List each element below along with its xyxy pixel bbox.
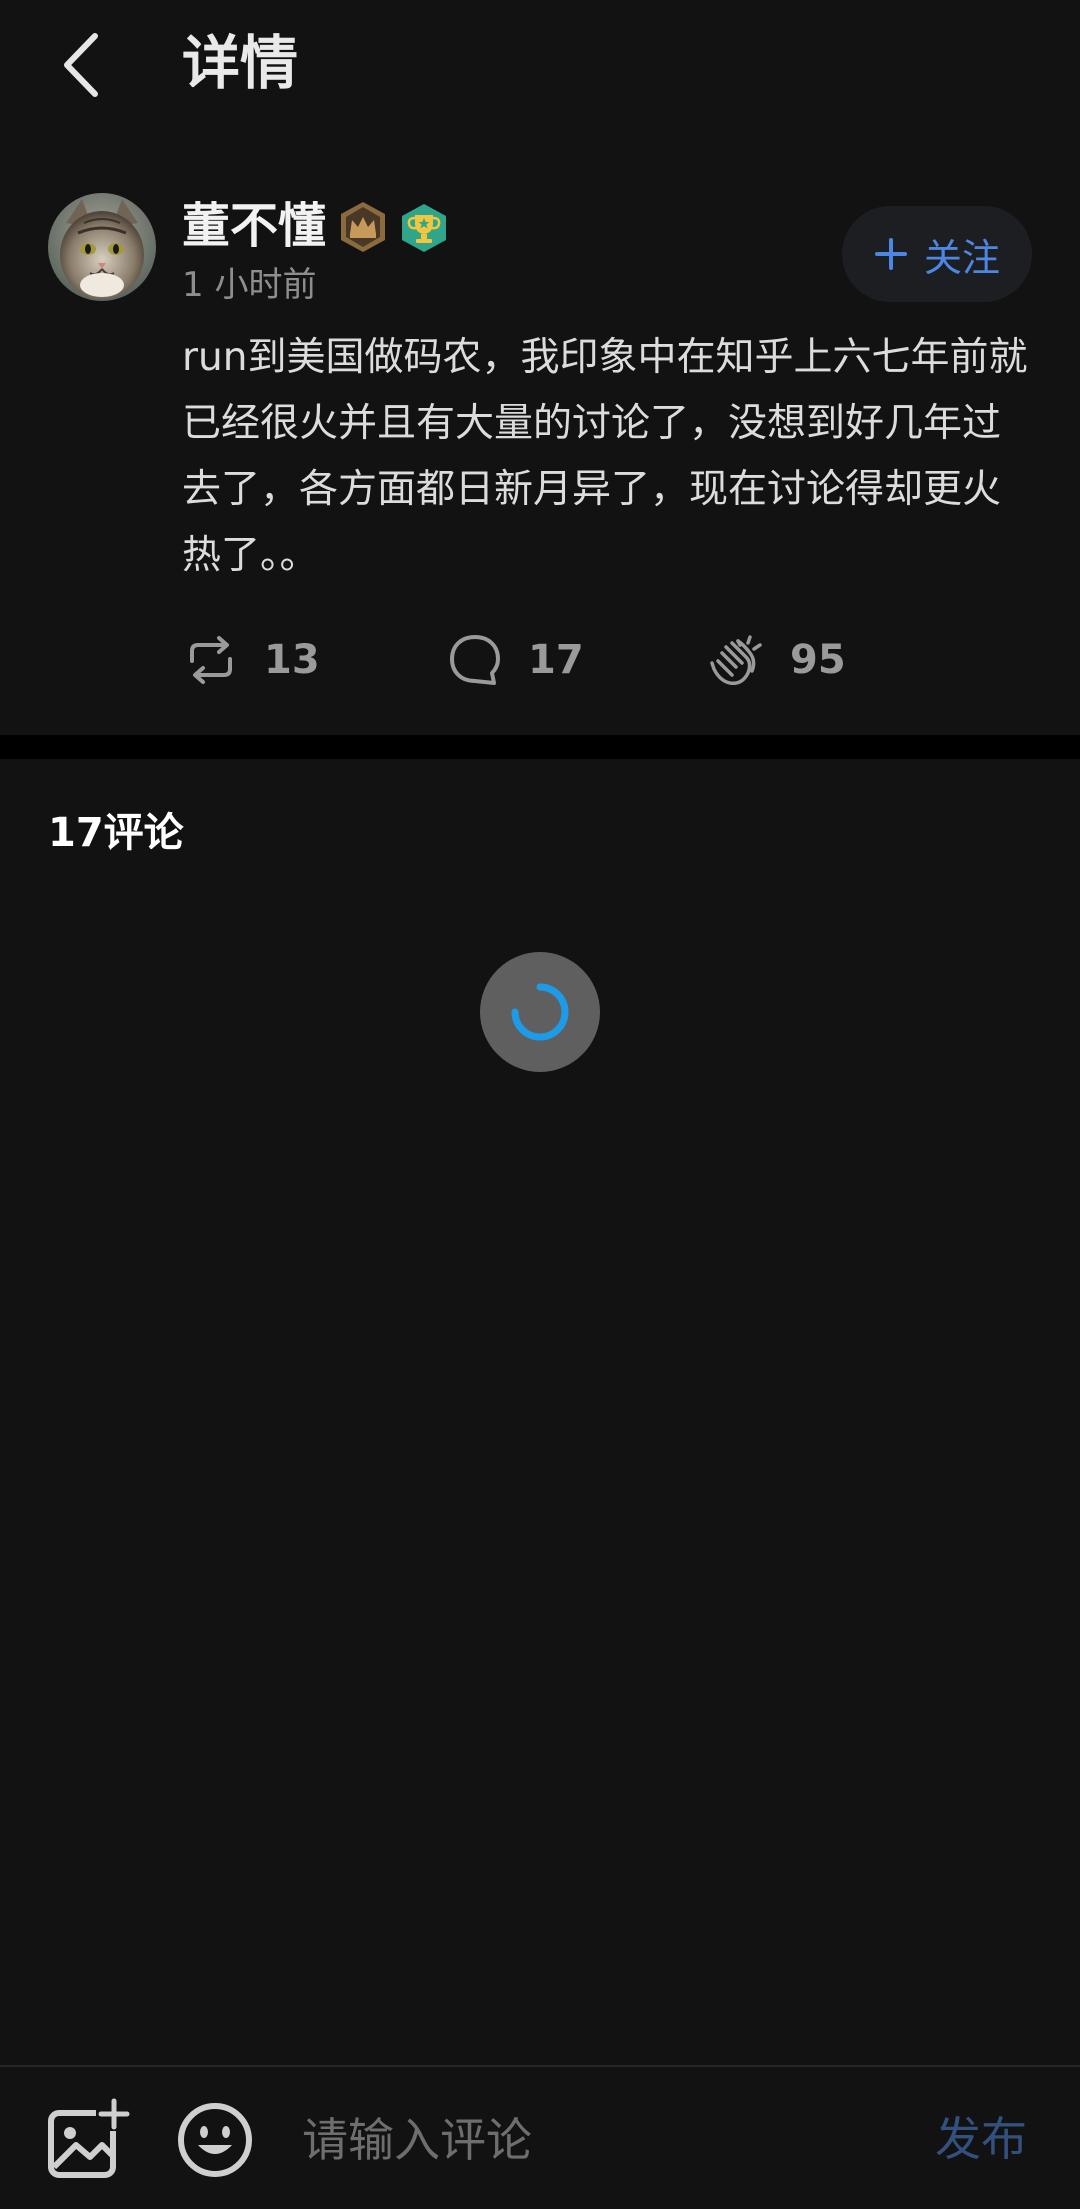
clap-icon	[708, 631, 766, 689]
comment-bar: 发布	[0, 2065, 1080, 2209]
add-image-button[interactable]	[46, 2097, 130, 2181]
comment-button[interactable]: 17	[446, 620, 584, 700]
post-time: 1 小时前	[182, 265, 317, 305]
crown-badge-icon[interactable]	[336, 200, 390, 254]
chevron-left-icon	[64, 33, 98, 97]
author-name[interactable]: 董不懂	[182, 198, 326, 254]
post-content: run到美国做码农，我印象中在知乎上六七年前就已经很火并且有大量的讨论了，没想到…	[182, 335, 1028, 578]
add-image-icon	[48, 2097, 130, 2178]
cat-avatar-icon	[48, 193, 156, 301]
back-button[interactable]	[40, 20, 120, 110]
spinner-arc-icon	[511, 983, 569, 1041]
emoji-smile-icon	[178, 2103, 252, 2177]
repost-count: 13	[264, 637, 320, 683]
comment-count: 17	[528, 637, 584, 683]
clap-button[interactable]: 95	[708, 620, 846, 700]
section-divider	[0, 735, 1080, 759]
page-title: 详情	[182, 29, 299, 97]
comment-bubble-icon	[446, 631, 504, 689]
repost-icon	[182, 631, 240, 689]
comments-title: 17评论	[48, 810, 184, 856]
comment-input[interactable]	[300, 2101, 904, 2179]
header: 详情	[0, 0, 1080, 130]
clap-count: 95	[790, 637, 846, 683]
avatar[interactable]	[48, 193, 156, 301]
publish-button[interactable]: 发布	[935, 2101, 1027, 2177]
post-stats: 13 17 95	[0, 620, 1080, 700]
repost-button[interactable]: 13	[182, 620, 320, 700]
follow-label: 关注	[923, 235, 1000, 280]
emoji-button[interactable]	[176, 2101, 254, 2179]
follow-button[interactable]: 关注	[842, 206, 1032, 302]
detail-page: 详情 董不懂 1 小时前 关注 run到美国做码农，我印象中在知乎上六七年前就已…	[0, 0, 1080, 2209]
post-card: 董不懂 1 小时前 关注 run到美国做码农，我印象中在知乎上六七年前就已经很火…	[0, 160, 1080, 735]
loading-spinner	[480, 952, 600, 1072]
plus-icon	[874, 237, 908, 271]
trophy-badge-icon[interactable]	[400, 203, 448, 253]
